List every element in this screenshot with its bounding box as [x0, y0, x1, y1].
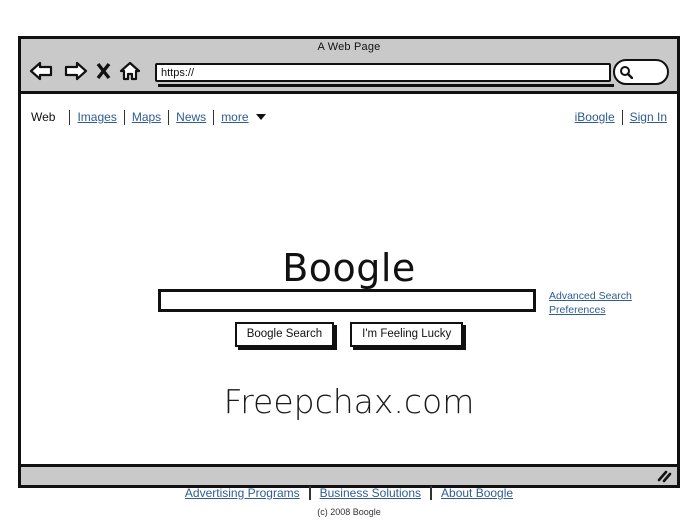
tagline-text: Freepchax.com	[223, 382, 475, 421]
browser-toolbar: A Web Page	[21, 39, 677, 94]
boogle-search-button[interactable]: Boogle Search	[234, 322, 335, 347]
nav-separator	[213, 109, 215, 125]
business-solutions-link[interactable]: Business Solutions	[320, 486, 421, 500]
url-input[interactable]	[155, 63, 611, 82]
footer-separator	[430, 486, 433, 500]
url-bar-shadow	[158, 84, 614, 87]
topnav-right-group: iBoogle Sign In	[575, 109, 667, 125]
magnifier-icon	[619, 65, 634, 84]
page-title: Boogle	[282, 246, 416, 290]
footer-links: Advertising Programs Business Solutions …	[21, 486, 677, 500]
top-navigation: Web Images Maps News more iBoogle Sign I…	[21, 106, 677, 128]
nav-item-more[interactable]: more	[221, 110, 248, 124]
preferences-link[interactable]: Preferences	[549, 303, 632, 317]
nav-separator	[168, 109, 170, 125]
nav-item-maps[interactable]: Maps	[132, 110, 161, 124]
navigation-icon-group	[29, 61, 141, 81]
nav-item-images[interactable]: Images	[77, 110, 116, 124]
advertising-programs-link[interactable]: Advertising Programs	[185, 486, 300, 500]
advanced-search-link[interactable]: Advanced Search	[549, 289, 632, 303]
footer-separator	[308, 486, 311, 500]
feeling-lucky-button[interactable]: I'm Feeling Lucky	[350, 322, 464, 347]
nav-separator	[123, 109, 125, 125]
forward-arrow-icon[interactable]	[62, 61, 88, 81]
iboogle-link[interactable]: iBoogle	[575, 110, 615, 124]
search-side-links: Advanced Search Preferences	[549, 289, 632, 317]
nav-separator	[621, 109, 623, 125]
sign-in-link[interactable]: Sign In	[630, 110, 667, 124]
search-buttons-row: Boogle Search I'm Feeling Lucky	[21, 322, 677, 347]
nav-item-news[interactable]: News	[176, 110, 206, 124]
resize-grip-icon[interactable]	[656, 470, 672, 488]
toolbar-search-box[interactable]	[613, 59, 669, 85]
page-content: Web Images Maps News more iBoogle Sign I…	[21, 94, 677, 517]
search-row: Advanced Search Preferences	[21, 289, 677, 317]
status-bar	[21, 464, 677, 485]
nav-item-web: Web	[31, 110, 56, 124]
nav-separator	[69, 109, 71, 125]
window-title: A Web Page	[317, 41, 381, 53]
about-boogle-link[interactable]: About Boogle	[441, 486, 513, 500]
copyright-text: (c) 2008 Boogle	[317, 507, 381, 517]
home-icon[interactable]	[119, 61, 141, 81]
chevron-down-icon[interactable]	[255, 114, 266, 120]
back-arrow-icon[interactable]	[29, 61, 55, 81]
browser-window: A Web Page https:// Web Images Maps News…	[18, 36, 680, 517]
search-input[interactable]	[158, 289, 536, 312]
stop-x-icon[interactable]	[95, 61, 112, 81]
topnav-left-group: Web Images Maps News more	[31, 109, 266, 125]
